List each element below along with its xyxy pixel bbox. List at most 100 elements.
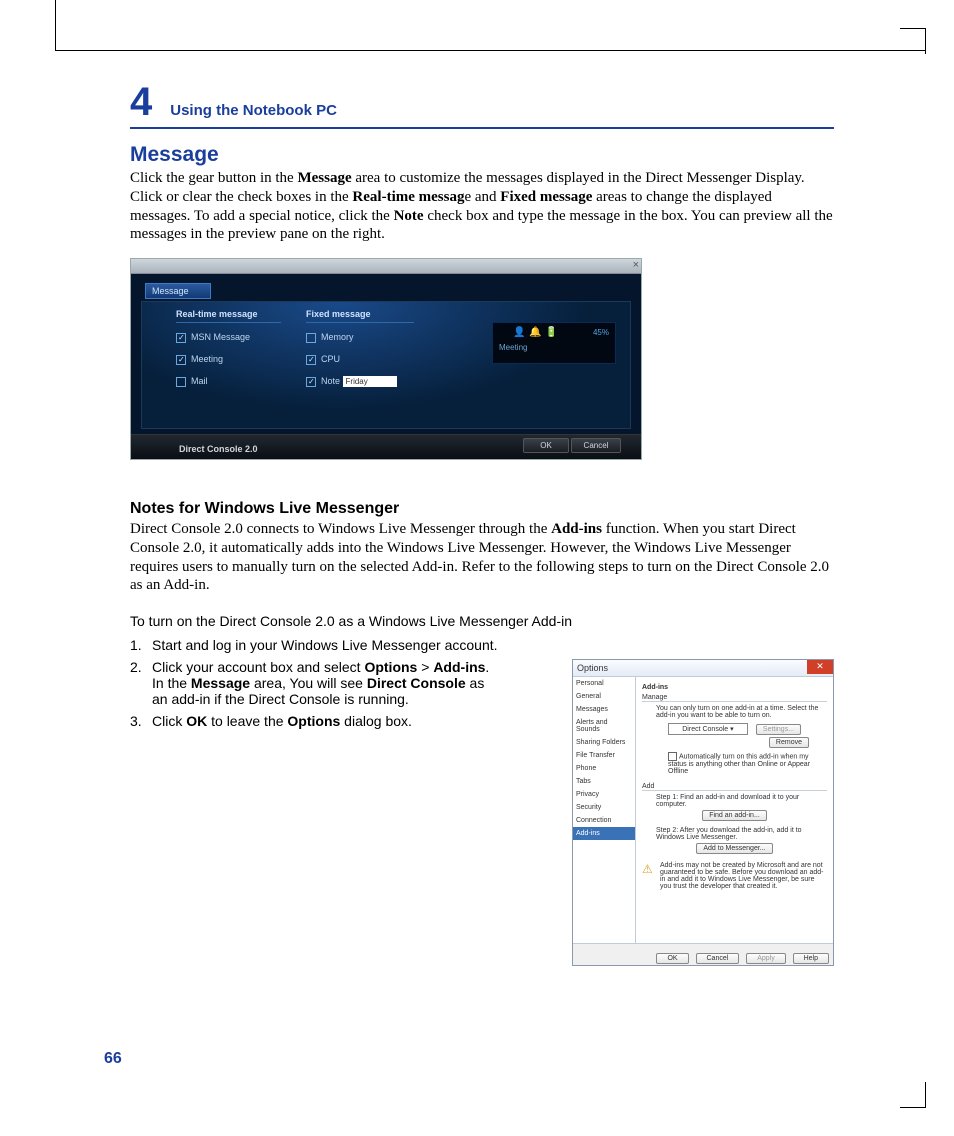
lead-sentence: To turn on the Direct Console 2.0 as a W…: [130, 613, 834, 629]
addin-select[interactable]: Direct Console ▾: [668, 723, 748, 735]
label: MSN Message: [191, 332, 250, 342]
sidebar-item[interactable]: Privacy: [573, 788, 635, 801]
step-number: 2.: [130, 659, 152, 707]
sidebar-item[interactable]: Messages: [573, 703, 635, 716]
column-fixed: Fixed message: [306, 309, 371, 319]
checkbox-note[interactable]: Note Friday: [306, 376, 397, 387]
auto-label: Automatically turn on this add-in when m…: [668, 753, 810, 775]
text: Click: [152, 713, 186, 729]
bold: Direct Console: [367, 675, 466, 691]
crop-mark-br: [900, 1082, 926, 1108]
preview-text: Meeting: [499, 343, 527, 352]
battery-icon: 🔋: [545, 327, 557, 338]
dc-panel: Real-time message Fixed message MSN Mess…: [141, 301, 631, 429]
sidebar-item[interactable]: Connection: [573, 814, 635, 827]
bold: Add-ins: [433, 659, 485, 675]
sidebar-item[interactable]: Tabs: [573, 775, 635, 788]
apply-button[interactable]: Apply: [746, 953, 786, 964]
step-1: 1. Start and log in your Windows Live Me…: [130, 637, 834, 653]
notes-paragraph: Direct Console 2.0 connects to Windows L…: [130, 520, 834, 595]
step-number: 3.: [130, 713, 152, 729]
bold: Add-ins: [551, 521, 602, 537]
section-heading-notes: Notes for Windows Live Messenger: [130, 500, 834, 518]
bold: Fixed message: [500, 189, 592, 205]
chapter-header: 4 Using the Notebook PC: [130, 80, 834, 129]
bold: OK: [186, 713, 207, 729]
step-number: 1.: [130, 637, 152, 653]
preview-pane: 👤 🔔 🔋 45% Meeting: [492, 322, 616, 364]
text: e and: [464, 189, 500, 205]
text: dialog box.: [340, 713, 412, 729]
direct-console-screenshot: × Message Real-time message Fixed messag…: [130, 258, 642, 460]
find-addin-button[interactable]: Find an add-in...: [702, 810, 767, 821]
bold: Message: [191, 675, 250, 691]
remove-button[interactable]: Remove: [769, 737, 809, 748]
checkbox-msn[interactable]: MSN Message: [176, 332, 250, 343]
options-main: Add-ins Manage You can only turn on one …: [636, 677, 833, 943]
bold: Note: [394, 208, 424, 224]
sidebar-item[interactable]: Phone: [573, 762, 635, 775]
dialog-title: Options ✕: [573, 660, 833, 677]
message-paragraph: Click the gear button in the Message are…: [130, 169, 834, 244]
chapter-rule: [130, 127, 834, 129]
checkbox-mail[interactable]: Mail: [176, 376, 208, 387]
add-step1: Step 1: Find an add-in and download it t…: [656, 794, 819, 808]
text: Click your account box and select: [152, 659, 364, 675]
sidebar-item[interactable]: Sharing Folders: [573, 736, 635, 749]
dc-titlebar: [131, 259, 641, 274]
label: Meeting: [191, 354, 223, 364]
dc-tab-message[interactable]: Message: [145, 283, 211, 299]
section-addins: Add-ins: [642, 684, 827, 691]
chapter-number: 4: [130, 80, 152, 125]
checkbox-meeting[interactable]: Meeting: [176, 354, 223, 365]
auto-checkbox[interactable]: [668, 752, 677, 761]
step-text: Click OK to leave the Options dialog box…: [152, 713, 492, 729]
chapter-title: Using the Notebook PC: [170, 102, 337, 119]
column-realtime: Real-time message: [176, 309, 258, 319]
sidebar-item[interactable]: File Transfer: [573, 749, 635, 762]
label: Mail: [191, 376, 208, 386]
sidebar-item-addins[interactable]: Add-ins: [573, 827, 635, 840]
checkbox-memory[interactable]: Memory: [306, 332, 354, 343]
text: >: [417, 659, 433, 675]
sidebar-item[interactable]: Alerts and Sounds: [573, 716, 635, 736]
cancel-button[interactable]: Cancel: [571, 438, 621, 453]
underline: [176, 322, 281, 323]
sidebar-item[interactable]: Personal: [573, 677, 635, 690]
text: Click the gear button in the: [130, 170, 297, 186]
select-value: Direct Console: [682, 726, 728, 733]
cancel-button[interactable]: Cancel: [696, 953, 740, 964]
dc-bottombar: Direct Console 2.0 OK Cancel: [131, 434, 641, 459]
underline: [306, 322, 414, 323]
crop-hline: [55, 50, 925, 51]
note-input[interactable]: Friday: [343, 376, 397, 387]
subsection-manage: Manage: [642, 694, 827, 701]
step-text: Click your account box and select Option…: [152, 659, 492, 707]
page-number: 66: [104, 1050, 122, 1068]
section-heading-message: Message: [130, 143, 834, 167]
close-icon[interactable]: ×: [633, 259, 639, 271]
manage-desc: You can only turn on one add-in at a tim…: [656, 705, 819, 719]
dialog-footer: OK Cancel Apply Help: [573, 943, 833, 965]
settings-button[interactable]: Settings...: [756, 724, 801, 735]
subsection-add: Add: [642, 783, 827, 790]
options-dialog-screenshot: Options ✕ Personal General Messages Aler…: [572, 659, 834, 966]
add-to-messenger-button[interactable]: Add to Messenger...: [696, 843, 772, 854]
bold: Message: [297, 170, 351, 186]
text: to leave the: [207, 713, 287, 729]
checkbox-cpu[interactable]: CPU: [306, 354, 340, 365]
bold: Real-time messag: [352, 189, 464, 205]
help-button[interactable]: Help: [793, 953, 829, 964]
crop-mark-tr: [900, 28, 926, 54]
warning-text: Add-ins may not be created by Microsoft …: [642, 862, 827, 890]
bell-icon: 🔔: [529, 327, 541, 338]
sidebar-item[interactable]: Security: [573, 801, 635, 814]
ok-button[interactable]: OK: [656, 953, 688, 964]
close-icon[interactable]: ✕: [807, 660, 833, 674]
step-text: Start and log in your Windows Live Messe…: [152, 637, 834, 653]
label: Note: [321, 376, 340, 386]
title-text: Options: [577, 663, 608, 673]
ok-button[interactable]: OK: [523, 438, 569, 453]
divider: [642, 701, 827, 702]
sidebar-item[interactable]: General: [573, 690, 635, 703]
